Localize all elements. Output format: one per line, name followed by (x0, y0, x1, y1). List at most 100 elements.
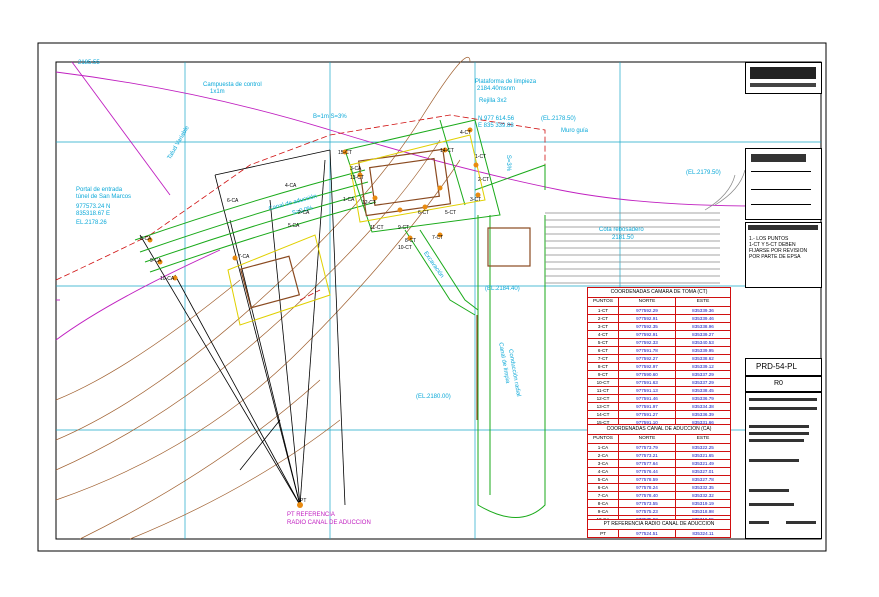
label-pt-radio: RADIO CANAL DE ADUCCION (287, 520, 371, 526)
point-label: 5-CA (288, 223, 300, 229)
point-label: 10-CA (160, 276, 175, 282)
col-puntos: PUNTOS (588, 298, 619, 306)
point-label: 2-CT (478, 177, 490, 183)
cell-punto: 7-CT (588, 355, 619, 362)
label-excav: Excavación (422, 250, 445, 280)
cell-este: 835327.78 (692, 477, 714, 482)
label-plataforma-elev: 2184.40msnm (477, 86, 516, 92)
table-pt: PT REFERENCIA RADIO CANAL DE ADUCCION PT… (587, 519, 731, 538)
detail-bar (749, 398, 817, 401)
label-campuesta-dim: 1x1m (210, 89, 225, 95)
cell-este: 835336.39 (692, 412, 714, 417)
table-row: 14-CT 977591.27 835336.39 (587, 410, 731, 418)
label-rejilla: Rejilla 3x2 (479, 98, 507, 104)
drawing-number: PRD-54-PL (756, 362, 797, 371)
cell-este: 835337.29 (692, 380, 714, 385)
label-campuesta: Campuesta de control (203, 82, 262, 88)
point-label: 13-CT (350, 175, 364, 181)
cell-punto: 4-CA (588, 468, 619, 475)
cell-punto: 9-CA (588, 508, 619, 515)
cell-punto: 3-CA (588, 460, 619, 467)
label-el-2178: (EL.2178.50) (541, 116, 576, 122)
title-block-drawing-no: PRD-54-PL (745, 358, 822, 376)
cell-norte: 977573.55 (619, 500, 676, 507)
table-row: 4-CA 977576.44 835327.01 (587, 467, 731, 475)
detail-bar (749, 459, 799, 462)
label-coord-n: N 977 614.56 (478, 116, 515, 122)
cell-norte: 977573.21 (619, 452, 676, 459)
note-line-4: POR PARTE DE EPSA (749, 254, 801, 260)
table-ca: COORDENADAS CANAL DE ADUCCION (CA) PUNTO… (587, 424, 731, 524)
table-ca-header: PUNTOS NORTE ESTE (587, 434, 731, 443)
table-row: 9-CA 977575.23 835318.98 (587, 507, 731, 515)
cell-norte: 977578.59 (619, 476, 676, 483)
cell-este: 835334.38 (692, 404, 714, 409)
client-bar (751, 154, 806, 162)
revision: R0 (774, 380, 783, 387)
col-puntos: PUNTOS (588, 435, 619, 443)
cell-norte: 977575.23 (619, 508, 676, 515)
point-label: 5-CT (445, 210, 457, 216)
cell-norte: 977592.33 (619, 339, 676, 346)
point-label: 9-CA (150, 258, 162, 264)
cell-este: 835339.95 (692, 348, 714, 353)
point-label: 14-CT (440, 148, 454, 154)
cell-este: 835332.35 (692, 485, 714, 490)
label-portal-n: 977573.24 N (76, 204, 111, 210)
label-portal-e: 835318.67 E (76, 211, 111, 217)
cell-norte: 977591.13 (619, 387, 676, 394)
point-label: 12-CT (362, 200, 376, 206)
table-row: 12-CT 977591.46 835336.79 (587, 394, 731, 402)
cell-este: 835339.46 (692, 316, 714, 321)
cell-norte: 977578.40 (619, 492, 676, 499)
cell-punto: PT (588, 530, 619, 537)
cell-punto: 5-CT (588, 339, 619, 346)
cell-este: 835327.01 (692, 469, 714, 474)
detail-bar (749, 439, 804, 442)
point-label: 9-CT (398, 225, 410, 231)
cell-norte: 977591.63 (619, 379, 676, 386)
cell-este: 835339.27 (692, 332, 714, 337)
cell-este: 835318.98 (692, 509, 714, 514)
label-el-2184: (EL.2184.40) (485, 286, 520, 292)
table-ct: COORDENADAS CAMARA DE TOMA (CT) PUNTOS N… (587, 287, 731, 427)
company-subtitle-bar (750, 83, 816, 87)
cell-este: 835336.79 (692, 396, 714, 401)
table-row: 8-CA 977573.55 835319.19 (587, 499, 731, 507)
cell-punto: 10-CT (588, 379, 619, 386)
cell-norte: 977592.27 (619, 355, 676, 362)
label-pt-a: PT (300, 498, 307, 504)
col-este: ESTE (696, 436, 710, 441)
point-label: 1-CT (475, 154, 487, 160)
point-label: 10-CT (398, 245, 412, 251)
point-label: 6-CT (418, 210, 430, 216)
label-portal-sub: túnel de San Marcos (76, 194, 132, 200)
table-row: 11-CT 977591.13 835338.45 (587, 386, 731, 394)
col-este: ESTE (696, 299, 710, 304)
label-portal-el: EL.2178.26 (76, 220, 107, 226)
point-label: 1-CA (343, 197, 355, 203)
cell-punto: 6-CT (588, 347, 619, 354)
detail-bar (749, 407, 817, 410)
cell-norte: 977573.79 (619, 444, 676, 451)
cell-norte: 977592.35 (619, 323, 676, 330)
point-label: 2-CA (298, 210, 310, 216)
table-row: 5-CA 977578.59 835327.78 (587, 475, 731, 483)
label-conduccion: Conducción radial (506, 348, 522, 398)
label-el-2180: (EL.2180.00) (416, 394, 451, 400)
cell-punto: 4-CT (588, 331, 619, 338)
cell-punto: 8-CA (588, 500, 619, 507)
point-label: 8-CA (140, 236, 152, 242)
cell-punto: 7-CA (588, 492, 619, 499)
cell-norte: 977591.78 (619, 347, 676, 354)
cell-norte: 977592.91 (619, 331, 676, 338)
col-norte: NORTE (619, 298, 676, 306)
point-label: 7-CT (432, 235, 444, 241)
table-row: PT 977524.51 835324.11 (587, 529, 731, 538)
table-row: 7-CT 977592.27 835338.62 (587, 354, 731, 362)
point-label: 3-CT (470, 197, 482, 203)
cell-este: 835340.53 (692, 340, 714, 345)
label-el-2179: (EL.2179.50) (686, 170, 721, 176)
cell-este: 835321.65 (692, 453, 714, 458)
table-row: 1-CA 977573.79 835322.25 (587, 443, 731, 451)
